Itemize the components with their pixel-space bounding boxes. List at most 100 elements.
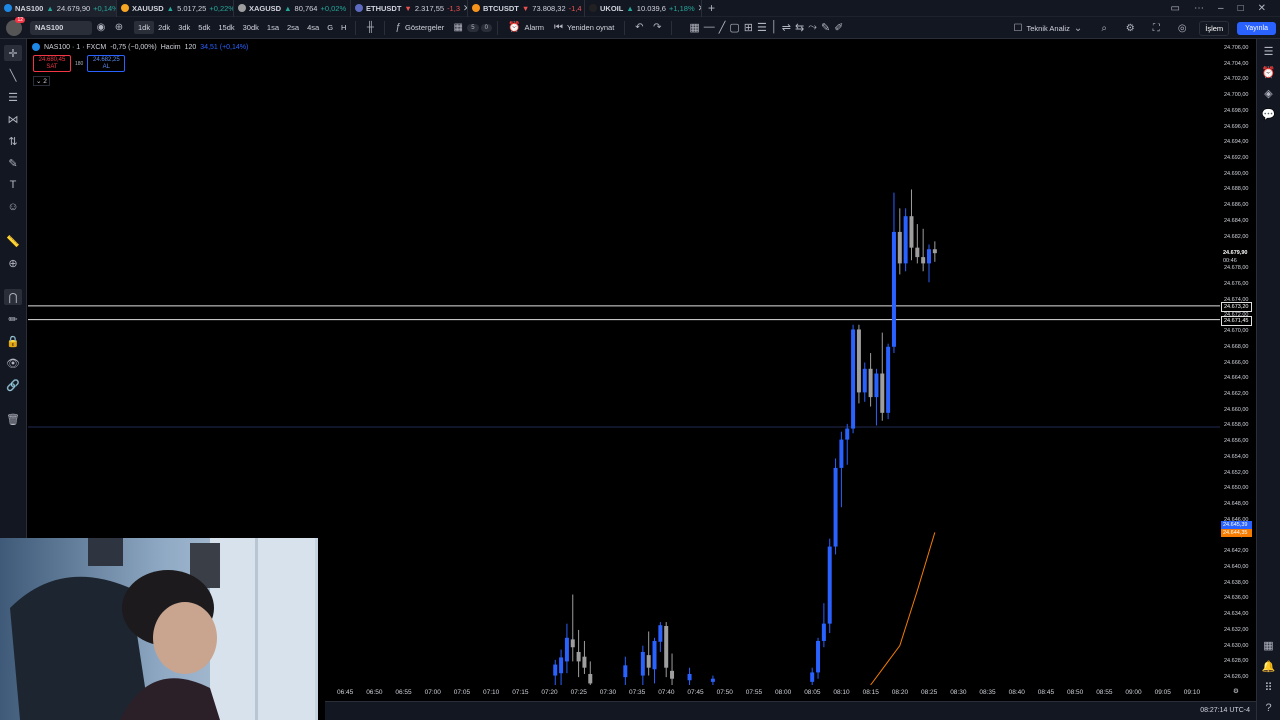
tab-ethusdt[interactable]: ETHUSDT▼2.317,55-1,3✕ xyxy=(351,0,468,17)
apps-icon[interactable]: ⠿ xyxy=(1260,681,1278,694)
help-icon[interactable]: ? xyxy=(1260,702,1278,714)
candle-body[interactable] xyxy=(886,346,891,413)
layout-icon[interactable]: ▭ xyxy=(1171,3,1180,14)
sell-button[interactable]: 24.680,45 SAT xyxy=(33,55,71,72)
tab-nas100[interactable]: NAS100▲24.679,90+0,14%✕ xyxy=(0,0,117,17)
candle-body[interactable] xyxy=(576,651,581,662)
clock[interactable]: 08:27:14 UTC-4 xyxy=(1200,707,1250,714)
alarm-button[interactable]: ⏰ Alarm xyxy=(503,22,549,33)
alerts-icon[interactable]: ⏰ xyxy=(1260,66,1278,79)
ruler-icon[interactable]: 📏 xyxy=(4,233,22,249)
candle-body[interactable] xyxy=(588,673,593,684)
candle-body[interactable] xyxy=(670,670,675,679)
maximize-icon[interactable]: □ xyxy=(1238,3,1244,14)
eye-icon[interactable]: 👁 xyxy=(4,355,22,371)
symbol-search[interactable]: NAS100 xyxy=(30,20,92,35)
candle-body[interactable] xyxy=(640,651,645,676)
redo-icon[interactable]: ↷ xyxy=(648,22,666,33)
interval-2sa[interactable]: 2sa xyxy=(283,21,303,34)
trash-icon[interactable]: 🗑 xyxy=(4,411,22,427)
notifications-icon[interactable]: 🔔 xyxy=(1260,660,1278,673)
candle-body[interactable] xyxy=(658,625,663,642)
candle-body[interactable] xyxy=(839,439,844,468)
ma-orange-label[interactable]: 24.644,35 xyxy=(1221,528,1252,537)
candle-body[interactable] xyxy=(816,640,821,673)
candle-body[interactable] xyxy=(646,655,651,668)
candle-body[interactable] xyxy=(903,216,908,264)
scale-settings-icon[interactable]: ⚙ xyxy=(1233,687,1239,695)
brush-icon[interactable]: ✎ xyxy=(821,21,830,34)
lock-icon[interactable]: 🔒 xyxy=(4,333,22,349)
rectangle-icon[interactable]: ▢ xyxy=(729,21,739,34)
trend-line-icon[interactable]: ╱ xyxy=(719,21,726,34)
interval-5dk[interactable]: 5dk xyxy=(194,21,214,34)
calendar-icon[interactable]: ▦ xyxy=(1260,639,1278,652)
hline-upper-label[interactable]: 24.673,20 xyxy=(1221,301,1252,312)
candle-body[interactable] xyxy=(856,329,861,393)
tab-xauusd[interactable]: XAUUSD▲5.017,25+0,22%✕ xyxy=(117,0,234,17)
candle-body[interactable] xyxy=(833,467,838,547)
replay-button[interactable]: ⏮ Yeniden oynat xyxy=(549,22,619,33)
link-icon[interactable]: 🔗 xyxy=(4,377,22,393)
more-icon[interactable]: ⋯ xyxy=(1194,3,1204,14)
channel-icon[interactable]: ⇌ xyxy=(782,21,791,34)
candle-body[interactable] xyxy=(851,329,856,429)
legend-title[interactable]: NAS100 · 1 · FXCM xyxy=(44,44,106,51)
candle-body[interactable] xyxy=(827,546,832,624)
candle-body[interactable] xyxy=(582,656,587,668)
tab-xagusd[interactable]: XAGUSD▲80,764+0,02%✕ xyxy=(234,0,351,17)
candle-body[interactable] xyxy=(710,678,715,682)
tab-ukoil[interactable]: UKOIL▲10.039,6+1,18%✕ xyxy=(585,0,702,17)
pen-icon[interactable]: ✐ xyxy=(834,21,843,34)
templates-icon[interactable]: ▦ xyxy=(449,22,467,33)
pattern-tool-icon[interactable]: ⋈ xyxy=(4,111,22,127)
candle-body[interactable] xyxy=(868,368,873,398)
interval-15dk[interactable]: 15dk xyxy=(214,21,238,34)
watchlist-icon[interactable]: ☰ xyxy=(1260,45,1278,58)
candle-body[interactable] xyxy=(891,231,896,347)
compare-icon[interactable]: ◉ xyxy=(92,22,110,33)
candle-body[interactable] xyxy=(570,639,575,648)
add-symbol-icon[interactable]: ⊕ xyxy=(110,22,128,33)
ma-blue-label[interactable]: 24.645,39 xyxy=(1221,520,1252,529)
layout-icon[interactable]: ⊞ xyxy=(744,21,753,34)
prediction-tool-icon[interactable]: ⇅ xyxy=(4,133,22,149)
zoom-in-icon[interactable]: ⊕ xyxy=(4,255,22,271)
chat-icon[interactable]: 💬 xyxy=(1260,108,1278,121)
candle-body[interactable] xyxy=(862,368,867,393)
interval-H[interactable]: H xyxy=(337,21,350,34)
candle-body[interactable] xyxy=(874,373,879,398)
interval-1dk[interactable]: 1dk xyxy=(134,21,155,34)
close-window-icon[interactable]: ✕ xyxy=(1258,3,1266,14)
path-icon[interactable]: ⤳ xyxy=(808,21,817,34)
horizontal-line-icon[interactable]: — xyxy=(704,21,715,34)
trade-button[interactable]: İşlem xyxy=(1199,20,1230,36)
technical-analysis-button[interactable]: ☐ Teknik Analiz ⌄ xyxy=(1009,23,1088,34)
vertical-line-icon[interactable]: │ xyxy=(771,21,778,34)
undo-icon[interactable]: ↶ xyxy=(630,22,648,33)
icons-tool-icon[interactable]: ☺ xyxy=(4,199,22,215)
interval-2dk[interactable]: 2dk xyxy=(154,21,174,34)
stay-drawing-icon[interactable]: ✏ xyxy=(4,311,22,327)
interval-1sa[interactable]: 1sa xyxy=(263,21,283,34)
candle-body[interactable] xyxy=(921,257,926,264)
fib-icon[interactable]: ☰ xyxy=(757,21,767,34)
fib-retracement-icon[interactable]: ☰ xyxy=(4,89,22,105)
search-icon[interactable]: ⌕ xyxy=(1095,23,1113,34)
candle-body[interactable] xyxy=(821,623,826,641)
interval-3dk[interactable]: 3dk xyxy=(174,21,194,34)
layers-icon[interactable]: ◈ xyxy=(1260,87,1278,100)
tab-btcusdt[interactable]: BTCUSDT▼73.808,32-1,4✕ xyxy=(468,0,585,17)
indicator-count-a[interactable]: 5 xyxy=(467,23,479,32)
candle-body[interactable] xyxy=(880,373,885,413)
interval-G[interactable]: G xyxy=(323,21,337,34)
brush-tool-icon[interactable]: ✎ xyxy=(4,155,22,171)
settings-icon[interactable]: ⚙ xyxy=(1121,23,1139,34)
candle-body[interactable] xyxy=(927,249,931,264)
camera-icon[interactable]: ◎ xyxy=(1173,23,1191,34)
text-tool-icon[interactable]: T xyxy=(4,177,22,193)
arrows-icon[interactable]: ⇆ xyxy=(795,21,804,34)
candle-body[interactable] xyxy=(559,657,564,674)
avatar[interactable]: 12 xyxy=(6,16,25,36)
interval-30dk[interactable]: 30dk xyxy=(239,21,263,34)
